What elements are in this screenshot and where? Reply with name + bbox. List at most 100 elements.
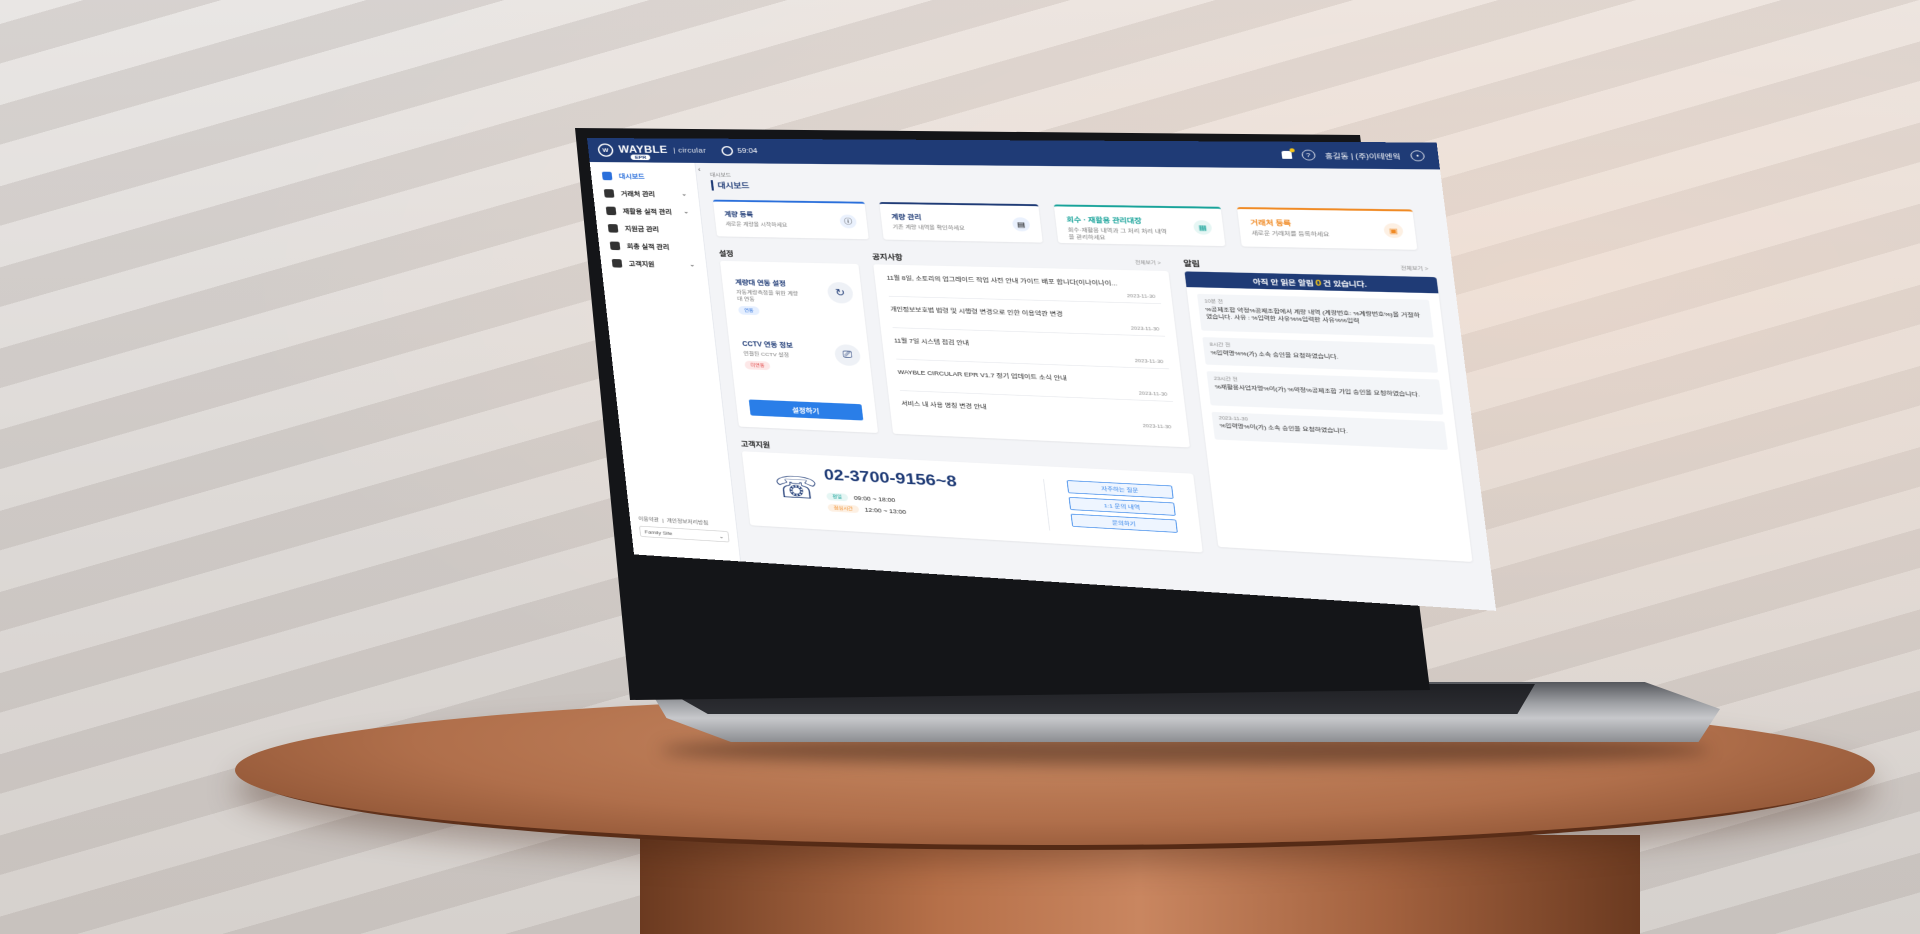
settings-panel: 계량대 연동 설정 자동계량측정을 위한 계량대 연동 연동 ↻ CCTV 연동… [720,261,878,433]
list-item[interactable]: 서비스 내 사용 명칭 변경 안내 2023-11-30 [901,395,1177,434]
hours-row: 점심시간 12:00 ~ 13:00 [827,504,906,516]
laptop-screen: W WAYBLE | circular EPR 59:04 ? 홍길동 | (주… [587,138,1496,611]
support-icon [612,259,623,268]
card-recycling-ledger[interactable]: 회수 · 재활용 관리대장 회수·재활용 내역과 그 처리 처리 내역을 관리하… [1054,204,1226,246]
logo-icon: W [597,143,614,156]
alerts-header-pre: 아직 안 읽은 알림 [1252,276,1314,287]
support-phone: 02-3700-9156~8 [823,466,958,491]
phone-chat-icon: ☏ [773,469,821,509]
sidebar-item-partners[interactable]: 거래처 관리 ⌄ [592,184,699,203]
chevron-down-icon: ⌄ [689,261,695,268]
card-desc: 회수·재활용 내역과 그 처리 처리 내역을 관리하세요 [1067,226,1172,242]
card-weigh-register[interactable]: 계량 등록 새로운 계량을 시작하세요 ⓘ [713,200,869,240]
settings-title: 설정 [719,249,735,259]
status-badge: 연동 [738,306,760,315]
list-item[interactable]: 개인정보보호법 법령 및 시행령 변경으로 인한 이용약관 변경 2023-11… [889,301,1165,337]
bell-icon[interactable] [1281,151,1292,159]
unread-count: 0 [1315,277,1322,287]
hours-time: 12:00 ~ 13:00 [864,507,906,516]
terms-link[interactable]: 이용약관 [638,516,659,523]
card-title: 회수 · 재활용 관리대장 [1066,214,1212,226]
alert-item[interactable]: 10분 전 %공제조합 약정%공제조합에서 계량 내역 (계량번호: %계량번호… [1197,294,1434,338]
notice-title-text: 11월 7일 시스템 점검 안내 [894,336,1151,353]
inquiry-history-button[interactable]: 1:1 문의 내역 [1069,497,1176,516]
sidebar-item-label: 고객지원 [628,259,655,269]
sidebar-item-label: 재활용 실적 관리 [622,206,672,216]
page-title: 대시보드 [711,180,750,191]
support-title: 고객지원 [740,439,770,450]
breadcrumb: 대시보드 [710,172,732,179]
alert-item[interactable]: 2023-11-30 %입력명%이(가) 소속 승인을 요청하였습니다. [1212,412,1448,450]
session-timer: 59:04 [721,146,758,156]
sidebar-collapse-icon[interactable]: ‹ [698,167,701,174]
notice-title-text: 개인정보보호법 법령 및 시행령 변경으로 인한 이용약관 변경 [890,305,1147,321]
user-icon[interactable]: • [1410,150,1425,161]
setting-desc: 자동계량측정을 위한 계량대 연동 [736,289,803,304]
notice-date: 2023-11-30 [1127,294,1156,299]
settings-button[interactable]: 설정하기 [749,399,864,420]
cctv-link-setting[interactable]: CCTV 연동 정보 연결된 CCTV 설정 미연동 ⎚ [742,339,863,374]
list-item[interactable]: 11월 8일, 소토리의 업그레이드 작업 사전 안내 가이드 배포 합니다(이… [886,270,1161,304]
divider [1043,479,1050,531]
scale-link-setting[interactable]: 계량대 연동 설정 자동계량측정을 위한 계량대 연동 연동 ↻ [735,277,856,318]
help-icon[interactable]: ? [1301,150,1316,161]
alerts-title: 알림 [1183,258,1201,269]
inquiry-button[interactable]: 문의하기 [1071,514,1178,533]
main-content: 대시보드 대시보드 계량 등록 새로운 계량을 시작하세요 ⓘ 계량 관리 기존… [709,163,1488,610]
family-site-select[interactable]: Family Site ⌄ [639,526,729,543]
card-title: 계량 등록 [724,209,856,220]
clock-icon [721,146,734,156]
sidebar-item-support[interactable]: 고객지원 ⌄ [600,254,707,274]
faq-button[interactable]: 자주하는 질문 [1067,480,1174,499]
dashboard-icon [602,171,613,180]
sidebar-item-subsidy[interactable]: 지원금 관리 [596,219,703,238]
chart-icon [610,241,621,250]
notice-title-text: 11월 8일, 소토리의 업그레이드 작업 사전 안내 가이드 배포 합니다(이… [886,273,1143,288]
recycle-icon [606,206,617,215]
notice-title-text: WAYBLE CIRCULAR EPR V1.7 정기 업데이트 소식 안내 [897,368,1155,386]
family-site-label: Family Site [644,529,672,536]
card-title: 계량 관리 [891,212,1030,224]
alerts-panel: 아직 안 읽은 알림 0 건 있습니다. 10분 전 %공제조합 약정%공제조합… [1185,271,1473,562]
alerts-more-link[interactable]: 전체보기 > [1400,265,1428,272]
status-badge: 미연동 [744,361,771,371]
brand-sub: | circular [673,147,707,155]
hours-row: 평일 09:00 ~ 18:00 [826,493,905,505]
notice-title: 공지사항 [872,252,903,263]
chevron-down-icon: ⌄ [683,208,689,215]
quick-cards: 계량 등록 새로운 계량을 시작하세요 ⓘ 계량 관리 기존 계량 내역을 확인… [713,200,1417,250]
list-item[interactable]: 11월 7일 시스템 점검 안내 2023-11-30 [893,332,1169,369]
alerts-header: 아직 안 읽은 알림 0 건 있습니다. [1185,271,1439,293]
setting-desc: 연결된 CCTV 설정 [743,350,809,359]
card-partner-register[interactable]: 거래처 등록 새로운 거래처를 등록하세요 ▣ [1237,207,1417,250]
sidebar-item-label: 거래처 관리 [620,189,655,199]
card-desc: 기존 계량 내역을 확인하세요 [892,223,992,232]
notice-date: 2023-11-30 [1131,326,1160,331]
alert-item[interactable]: 23시간 전 %재활용사업자명%이(가) %약정%공제조합 가입 승인을 요청하… [1207,371,1444,415]
sidebar-item-label: 회총 실적 관리 [626,241,670,251]
timer-value: 59:04 [737,147,758,155]
user-area: ? 홍길동 | (주)이테엔웍 • [1281,150,1425,162]
sidebar-item-recycling[interactable]: 재활용 실적 관리 ⌄ [594,202,701,221]
card-weigh-manage[interactable]: 계량 관리 기존 계량 내역을 확인하세요 ▤ [879,202,1042,243]
support-panel: ☏ 02-3700-9156~8 평일 09:00 ~ 18:00 점심시간 1… [742,451,1203,552]
notice-date: 2023-11-30 [1143,424,1172,430]
sidebar-item-label: 대시보드 [618,171,645,180]
chevron-down-icon: ⌄ [719,533,724,539]
user-name[interactable]: 홍길동 | (주)이테엔웍 [1324,150,1401,161]
table-leg [640,835,1640,934]
notice-date: 2023-11-30 [1135,359,1164,365]
hours-time: 09:00 ~ 18:00 [853,495,895,504]
notice-more-link[interactable]: 전체보기 > [1135,259,1161,266]
brand-logo[interactable]: W WAYBLE | circular [597,143,707,157]
hours-badge: 평일 [826,493,848,502]
privacy-link[interactable]: 개인정보처리방침 [666,518,708,526]
sidebar-item-label: 지원금 관리 [624,224,659,234]
support-hours: 평일 09:00 ~ 18:00 점심시간 12:00 ~ 13:00 [826,493,907,520]
notice-panel: 11월 8일, 소토리의 업그레이드 작업 사전 안내 가이드 배포 합니다(이… [873,264,1190,447]
sidebar-item-dashboard[interactable]: 대시보드 [590,167,697,186]
card-title: 거래처 등록 [1250,217,1403,229]
card-desc: 새로운 거래처를 등록하세요 [1251,230,1361,239]
hours-badge: 점심시간 [827,504,859,513]
alert-item[interactable]: 8시간 전 %입력명%%(가) 소속 승인을 요청하였습니다. [1202,337,1438,373]
